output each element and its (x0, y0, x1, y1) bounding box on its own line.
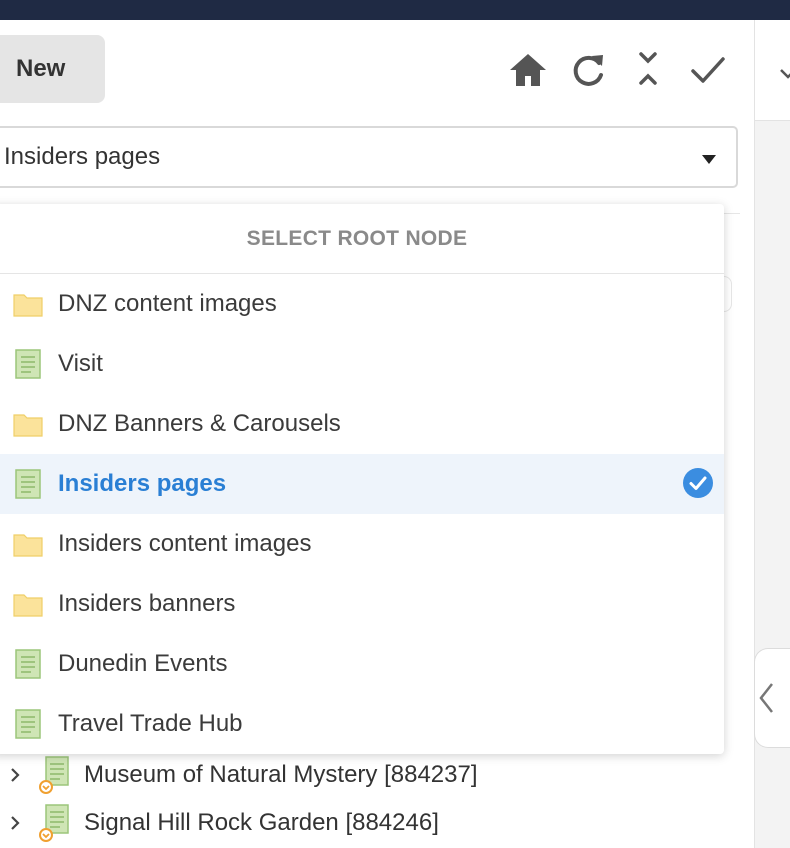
dropdown-option-insiders-banners[interactable]: Insiders banners (0, 574, 724, 634)
page-icon (15, 649, 41, 679)
new-button[interactable]: New (0, 35, 105, 103)
dropdown-header: SELECT ROOT NODE (0, 204, 724, 274)
page-icon (15, 349, 41, 379)
home-icon[interactable] (508, 50, 548, 90)
dropdown-option-dunedin-events[interactable]: Dunedin Events (0, 634, 724, 694)
expand-chevron-icon[interactable] (0, 799, 30, 847)
page-icon (15, 469, 41, 499)
option-label: Dunedin Events (58, 650, 228, 677)
page-icon (38, 755, 74, 795)
tree-item-label[interactable]: Signal Hill Rock Garden [884246] (84, 809, 439, 837)
right-panel-arrow-icon[interactable] (778, 60, 790, 86)
caret-down-icon (702, 155, 716, 164)
option-label: Travel Trade Hub (58, 710, 243, 737)
option-label: Visit (58, 350, 103, 377)
option-label: DNZ Banners & Carousels (58, 410, 341, 437)
folder-icon (13, 414, 43, 437)
dropdown-option-visit[interactable]: Visit (0, 334, 724, 394)
option-label: Insiders banners (58, 590, 236, 617)
collapse-panel-tab[interactable] (754, 648, 790, 748)
dropdown-option-insiders-pages[interactable]: Insiders pages (0, 454, 724, 514)
option-label: Insiders pages (58, 470, 227, 497)
dropdown-option-insiders-content-images[interactable]: Insiders content images (0, 514, 724, 574)
page-icon (38, 803, 74, 843)
root-node-dropdown: SELECT ROOT NODE DNZ content images Visi… (0, 204, 724, 754)
refresh-icon[interactable] (568, 50, 608, 90)
root-node-select[interactable]: Insiders pages (0, 126, 738, 188)
root-node-select-value: Insiders pages (4, 143, 161, 170)
dropdown-option-dnz-content-images[interactable]: DNZ content images (0, 274, 724, 334)
dropdown-option-dnz-banners-carousels[interactable]: DNZ Banners & Carousels (0, 394, 724, 454)
tree-item[interactable]: Signal Hill Rock Garden [884246] (0, 799, 740, 847)
dropdown-option-travel-trade-hub[interactable]: Travel Trade Hub (0, 694, 724, 754)
page-icon (15, 709, 41, 739)
folder-icon (13, 594, 43, 617)
chevron-left-icon (759, 683, 773, 713)
tree-item[interactable]: Museum of Natural Mystery [884237] (0, 751, 740, 799)
tree-item-label[interactable]: Museum of Natural Mystery [884237] (84, 761, 478, 789)
top-header-bar (0, 0, 790, 20)
folder-icon (13, 294, 43, 317)
option-label: Insiders content images (58, 530, 312, 557)
selected-check-icon (683, 468, 713, 498)
option-label: DNZ content images (58, 290, 277, 317)
folder-icon (13, 534, 43, 557)
check-icon[interactable] (688, 50, 728, 90)
expand-chevron-icon[interactable] (0, 751, 30, 799)
collapse-icon[interactable] (628, 50, 668, 90)
